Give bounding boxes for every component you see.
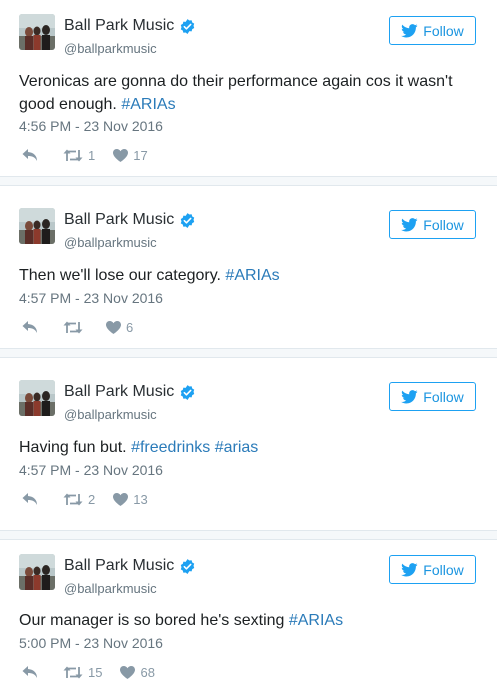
verified-badge-icon (181, 18, 195, 34)
heart-icon (113, 148, 129, 162)
tweet-actions: 1 17 (19, 147, 148, 163)
retweet-count: 2 (88, 491, 96, 507)
tweet-timestamp[interactable]: 5:00 PM - 23 Nov 2016 (19, 635, 163, 651)
twitter-bird-icon (401, 23, 418, 37)
display-name-text: Ball Park Music (64, 557, 175, 574)
display-name[interactable]: Ball Park Music (64, 211, 196, 229)
follow-label: Follow (423, 216, 464, 233)
display-name[interactable]: Ball Park Music (64, 383, 196, 401)
tweet-timestamp[interactable]: 4:57 PM - 23 Nov 2016 (19, 462, 163, 478)
retweet-button[interactable]: 2 (63, 492, 95, 507)
heart-icon (106, 320, 121, 334)
heart-icon (113, 492, 129, 506)
avatar[interactable] (19, 554, 55, 590)
tweet-actions: 15 68 (19, 664, 155, 680)
avatar[interactable] (19, 14, 55, 50)
follow-label: Follow (423, 22, 464, 39)
twitter-bird-icon (401, 562, 418, 576)
twitter-bird-icon (401, 217, 418, 231)
retweet-icon (63, 149, 83, 161)
tweet-card: Ball Park Music @ballparkmusic Follow Ha… (0, 358, 497, 530)
like-button[interactable]: 68 (120, 664, 155, 680)
retweet-icon (63, 321, 83, 333)
verified-badge-icon (181, 212, 195, 228)
follow-label: Follow (423, 561, 464, 578)
like-count: 68 (140, 664, 155, 680)
reply-button[interactable] (22, 148, 38, 162)
tweet-separator (0, 530, 497, 540)
retweet-button[interactable] (63, 321, 88, 334)
verified-badge-icon (181, 558, 195, 574)
hashtag-link[interactable]: #ARIAs (225, 267, 279, 284)
reply-button[interactable] (22, 320, 38, 334)
display-name[interactable]: Ball Park Music (64, 557, 196, 575)
tweet-text: Our manager is so bored he's sexting #AR… (19, 609, 479, 632)
reply-icon (22, 321, 37, 333)
tweet-text-body: Our manager is so bored he's sexting (19, 612, 289, 629)
tweet-actions: 2 13 (19, 491, 148, 507)
retweet-icon (63, 666, 83, 678)
reply-button[interactable] (22, 665, 38, 679)
heart-icon (120, 665, 136, 679)
tweet-actions: 6 (19, 319, 133, 335)
retweet-count: 1 (88, 147, 96, 163)
retweet-button[interactable]: 1 (63, 148, 95, 163)
like-count: 17 (133, 147, 148, 163)
hashtag-link[interactable]: #ARIAs (121, 96, 175, 113)
user-handle[interactable]: @ballparkmusic (64, 407, 157, 422)
tweet-timestamp[interactable]: 4:56 PM - 23 Nov 2016 (19, 118, 163, 134)
like-button[interactable]: 6 (106, 320, 133, 335)
tweet-feed: Ball Park Music @ballparkmusic Follow Ve… (0, 0, 497, 692)
follow-button[interactable]: Follow (389, 210, 476, 239)
user-handle[interactable]: @ballparkmusic (64, 235, 157, 250)
tweet-text-body: Veronicas are gonna do their performance… (19, 73, 453, 113)
like-button[interactable]: 17 (113, 147, 148, 163)
follow-button[interactable]: Follow (389, 555, 476, 584)
follow-label: Follow (423, 388, 464, 405)
retweet-button[interactable]: 15 (63, 665, 102, 680)
reply-icon (22, 666, 37, 678)
twitter-bird-icon (401, 389, 418, 403)
verified-badge-icon (181, 384, 195, 400)
tweet-card: Ball Park Music @ballparkmusic Follow Th… (0, 186, 497, 348)
retweet-count: 15 (88, 664, 103, 680)
tweet-card: Ball Park Music @ballparkmusic Follow Ve… (0, 0, 497, 176)
display-name-text: Ball Park Music (64, 211, 175, 228)
user-handle[interactable]: @ballparkmusic (64, 41, 157, 56)
like-button[interactable]: 13 (113, 491, 148, 507)
reply-button[interactable] (22, 492, 38, 506)
display-name-text: Ball Park Music (64, 383, 175, 400)
tweet-timestamp[interactable]: 4:57 PM - 23 Nov 2016 (19, 290, 163, 306)
tweet-text-body: Having fun but. (19, 439, 132, 456)
retweet-icon (63, 493, 83, 505)
user-handle[interactable]: @ballparkmusic (64, 581, 157, 596)
follow-button[interactable]: Follow (389, 16, 476, 45)
tweet-separator (0, 348, 497, 358)
hashtag-link[interactable]: #ARIAs (289, 612, 343, 629)
like-count: 13 (133, 491, 148, 507)
tweet-separator (0, 176, 497, 186)
tweet-text: Having fun but. #freedrinks #arias (19, 436, 479, 459)
like-count: 6 (126, 319, 134, 335)
display-name-text: Ball Park Music (64, 17, 175, 34)
avatar[interactable] (19, 208, 55, 244)
hashtag-link[interactable]: #freedrinks (131, 439, 210, 456)
avatar[interactable] (19, 380, 55, 416)
tweet-text-body: Then we'll lose our category. (19, 267, 226, 284)
reply-icon (22, 149, 37, 161)
display-name[interactable]: Ball Park Music (64, 17, 196, 35)
reply-icon (22, 493, 37, 505)
tweet-text: Then we'll lose our category. #ARIAs (19, 264, 479, 287)
hashtag-link[interactable]: #arias (215, 439, 259, 456)
follow-button[interactable]: Follow (389, 382, 476, 411)
tweet-text: Veronicas are gonna do their performance… (19, 70, 479, 116)
tweet-card: Ball Park Music @ballparkmusic Follow Ou… (0, 540, 497, 692)
